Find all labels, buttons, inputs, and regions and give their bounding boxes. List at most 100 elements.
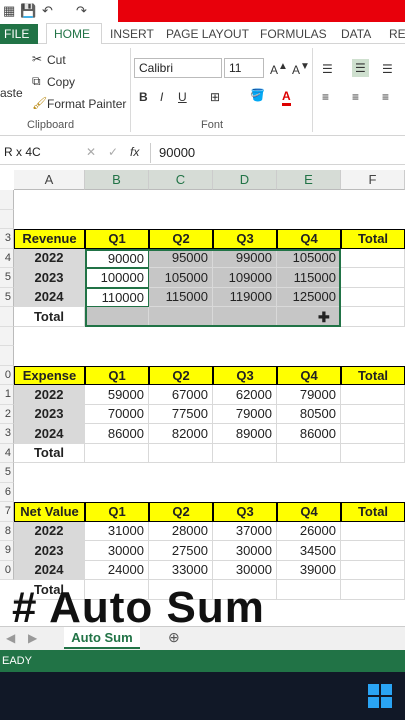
row-number[interactable] <box>0 307 14 327</box>
name-box[interactable]: R x 4C <box>0 143 72 163</box>
align-center-icon[interactable]: ≡ <box>352 90 359 104</box>
row-number[interactable] <box>0 346 14 366</box>
borders-icon[interactable]: ⊞ <box>210 90 220 104</box>
table-cell[interactable]: 86000 <box>277 424 341 444</box>
save-icon[interactable]: 💾 <box>20 3 36 19</box>
format-painter-button[interactable]: Format Painter <box>47 97 126 111</box>
total-cell[interactable] <box>341 560 405 580</box>
align-bottom-icon[interactable]: ☰ <box>382 62 393 76</box>
function-icon[interactable]: fx <box>130 145 139 159</box>
total-cell[interactable] <box>341 424 405 444</box>
grow-font-icon[interactable]: A▲ <box>270 61 288 77</box>
total-cell[interactable] <box>341 580 405 600</box>
table-cell[interactable]: 82000 <box>149 424 213 444</box>
total-cell[interactable] <box>85 443 149 463</box>
cut-button[interactable]: Cut <box>47 53 66 67</box>
total-cell[interactable] <box>149 307 213 327</box>
table-cell[interactable]: 109000 <box>213 268 277 288</box>
row-number[interactable]: 0 <box>0 560 14 580</box>
align-left-icon[interactable]: ≡ <box>322 90 329 104</box>
total-cell[interactable] <box>341 287 405 307</box>
next-sheet-icon[interactable]: ▶ <box>28 631 37 645</box>
table-cell[interactable]: 27500 <box>149 541 213 561</box>
paste-label[interactable]: aste <box>0 86 23 100</box>
windows-start-icon[interactable] <box>368 684 392 708</box>
table-cell[interactable]: 80500 <box>277 404 341 424</box>
font-size-select[interactable]: 11 <box>224 58 264 78</box>
tab-home[interactable]: HOME <box>54 27 90 41</box>
new-sheet-icon[interactable]: ⊕ <box>168 629 180 646</box>
tab-page-layout[interactable]: PAGE LAYOUT <box>166 27 249 41</box>
font-name-select[interactable]: Calibri <box>134 58 222 78</box>
table-cell[interactable]: 30000 <box>213 541 277 561</box>
total-cell[interactable] <box>277 307 341 327</box>
undo-icon[interactable]: ↶ <box>42 3 53 19</box>
total-cell[interactable] <box>85 307 149 327</box>
row-number[interactable]: 5 <box>0 463 14 483</box>
row-number[interactable]: 9 <box>0 541 14 561</box>
row-number[interactable] <box>0 326 14 346</box>
table-cell[interactable]: 30000 <box>85 541 149 561</box>
table-cell[interactable]: 100000 <box>85 268 149 288</box>
table-cell[interactable]: 115000 <box>149 287 213 307</box>
row-number[interactable]: 8 <box>0 521 14 541</box>
fill-color-icon[interactable]: 🪣 <box>250 88 265 102</box>
total-cell[interactable] <box>341 248 405 268</box>
row-number[interactable]: 5 <box>0 287 14 307</box>
table-cell[interactable]: 24000 <box>85 560 149 580</box>
table-cell[interactable]: 26000 <box>277 521 341 541</box>
font-color-icon[interactable]: A <box>282 89 291 106</box>
enter-icon[interactable]: ✓ <box>108 145 118 159</box>
table-cell[interactable]: 115000 <box>277 268 341 288</box>
table-cell[interactable]: 67000 <box>149 385 213 405</box>
table-cell[interactable]: 119000 <box>213 287 277 307</box>
table-cell[interactable]: 95000 <box>149 248 213 268</box>
total-cell[interactable] <box>149 443 213 463</box>
table-cell[interactable]: 34500 <box>277 541 341 561</box>
total-cell[interactable] <box>341 307 405 327</box>
column-header-d[interactable]: D <box>213 170 277 190</box>
total-cell[interactable] <box>341 385 405 405</box>
table-cell[interactable]: 62000 <box>213 385 277 405</box>
table-cell[interactable]: 79000 <box>277 385 341 405</box>
sheet-tab-auto-sum[interactable]: Auto Sum <box>64 627 140 649</box>
table-cell[interactable]: 28000 <box>149 521 213 541</box>
column-header-c[interactable]: C <box>149 170 213 190</box>
total-cell[interactable] <box>213 307 277 327</box>
tab-insert[interactable]: INSERT <box>110 27 154 41</box>
column-header-e[interactable]: E <box>277 170 341 190</box>
column-header-a[interactable]: A <box>14 170 85 190</box>
table-cell[interactable]: 86000 <box>85 424 149 444</box>
prev-sheet-icon[interactable]: ◀ <box>6 631 15 645</box>
tab-formulas[interactable]: FORMULAS <box>260 27 327 41</box>
row-number[interactable]: 7 <box>0 502 14 522</box>
total-cell[interactable] <box>277 443 341 463</box>
table-cell[interactable]: 37000 <box>213 521 277 541</box>
shrink-font-icon[interactable]: A▼ <box>292 61 310 77</box>
column-header-f[interactable]: F <box>341 170 405 190</box>
copy-icon[interactable]: ⧉ <box>32 74 41 89</box>
align-top-icon[interactable]: ☰ <box>322 62 333 76</box>
align-right-icon[interactable]: ≡ <box>382 90 389 104</box>
row-number[interactable] <box>0 209 14 229</box>
table-cell[interactable]: 90000 <box>85 248 149 268</box>
table-cell[interactable]: 70000 <box>85 404 149 424</box>
total-cell[interactable] <box>213 443 277 463</box>
total-cell[interactable] <box>341 443 405 463</box>
table-cell[interactable]: 77500 <box>149 404 213 424</box>
underline-button[interactable]: U <box>178 90 187 104</box>
tab-review[interactable]: REV <box>389 27 405 41</box>
row-number[interactable]: 5 <box>0 268 14 288</box>
row-number[interactable]: 4 <box>0 248 14 268</box>
table-cell[interactable]: 33000 <box>149 560 213 580</box>
table-cell[interactable]: 99000 <box>213 248 277 268</box>
total-cell[interactable] <box>341 521 405 541</box>
format-painter-icon[interactable]: 🖌 <box>32 96 47 110</box>
row-number[interactable] <box>0 190 14 210</box>
bold-button[interactable]: B <box>139 90 148 104</box>
row-number[interactable]: 3 <box>0 229 14 249</box>
row-number[interactable]: 4 <box>0 443 14 463</box>
cancel-icon[interactable]: ✕ <box>86 145 96 159</box>
table-cell[interactable]: 105000 <box>277 248 341 268</box>
total-cell[interactable] <box>341 541 405 561</box>
